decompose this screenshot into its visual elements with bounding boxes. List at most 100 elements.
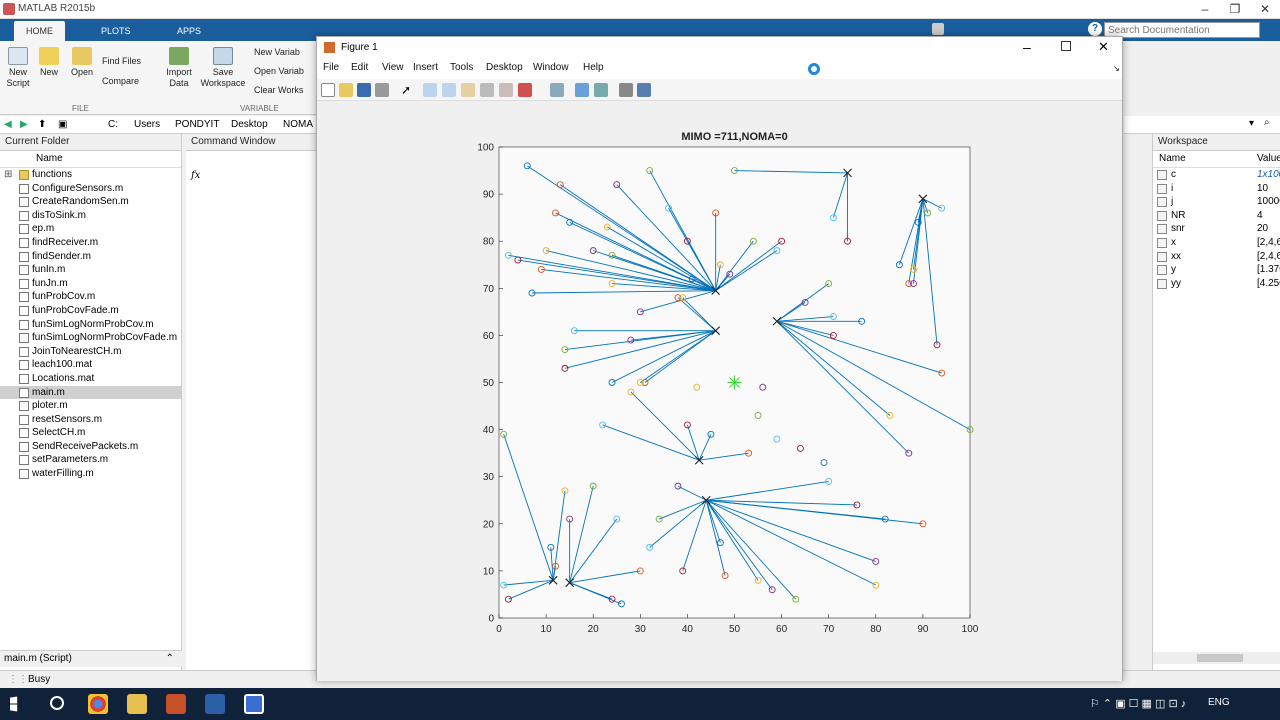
figure-taskbar-icon[interactable] bbox=[244, 694, 264, 714]
workspace-value-header[interactable]: Value bbox=[1257, 151, 1280, 167]
workspace-var-row[interactable]: xx [2,4,6 bbox=[1153, 250, 1280, 264]
open-file-icon[interactable] bbox=[339, 83, 353, 97]
forward-arrow-icon[interactable]: ▶ bbox=[20, 116, 28, 133]
file-row[interactable]: funProbCovFade.m bbox=[0, 304, 181, 318]
menu-view[interactable]: View bbox=[382, 62, 404, 73]
new-figure-icon[interactable] bbox=[321, 83, 335, 97]
workspace-name-header[interactable]: Name bbox=[1159, 151, 1186, 167]
tab-home[interactable]: HOME bbox=[14, 21, 65, 41]
dropdown-icon[interactable]: ▾ bbox=[1249, 118, 1254, 129]
show-plot-tools-icon[interactable] bbox=[637, 83, 651, 97]
expand-icon[interactable]: ⊞ bbox=[4, 168, 12, 181]
scrollbar-thumb[interactable] bbox=[1197, 654, 1243, 662]
restore-icon[interactable]: ❐ bbox=[1220, 0, 1250, 19]
new-button[interactable]: New bbox=[36, 47, 62, 78]
workspace-var-row[interactable]: snr 20 bbox=[1153, 222, 1280, 236]
up-folder-icon[interactable]: ⬆ bbox=[38, 116, 46, 133]
rotate-3d-icon[interactable] bbox=[480, 83, 494, 97]
workspace-var-row[interactable]: j 10000 bbox=[1153, 195, 1280, 209]
cortana-icon[interactable] bbox=[50, 696, 64, 710]
compare-button[interactable]: Compare bbox=[102, 76, 158, 87]
search-documentation-input[interactable] bbox=[1104, 22, 1260, 38]
tab-apps[interactable]: APPS bbox=[165, 21, 213, 41]
menu-help[interactable]: Help bbox=[583, 62, 604, 73]
brush-icon[interactable] bbox=[518, 83, 532, 97]
breadcrumb-users[interactable]: Users bbox=[134, 116, 160, 133]
search-folder-icon[interactable]: ⌕ bbox=[1264, 117, 1270, 128]
breadcrumb-drive[interactable]: C: bbox=[108, 116, 118, 133]
file-row[interactable]: ConfigureSensors.m bbox=[0, 182, 181, 196]
language-indicator[interactable]: ENG bbox=[1208, 697, 1230, 708]
system-tray-icons[interactable]: ⚐ ⌃ ▣ ☐ ▦ ◫ ⊡ ♪ bbox=[1090, 697, 1186, 710]
open-variable-button[interactable]: Open Variab bbox=[254, 66, 320, 77]
file-row[interactable]: funJn.m bbox=[0, 277, 181, 291]
zoom-out-icon[interactable] bbox=[442, 83, 456, 97]
workspace-var-row[interactable]: c 1x100 bbox=[1153, 168, 1280, 182]
minimize-icon[interactable]: – bbox=[1190, 0, 1220, 19]
print-figure-icon[interactable] bbox=[375, 83, 389, 97]
collapse-chevron-icon[interactable]: ⌃ bbox=[166, 651, 174, 667]
insert-colorbar-icon[interactable] bbox=[575, 83, 589, 97]
file-row[interactable]: setParameters.m bbox=[0, 453, 181, 467]
breadcrumb-desktop[interactable]: Desktop bbox=[231, 116, 268, 133]
pan-hand-icon[interactable] bbox=[461, 83, 475, 97]
file-row[interactable]: ep.m bbox=[0, 222, 181, 236]
new-script-button[interactable]: New Script bbox=[4, 47, 32, 89]
dock-arrow-icon[interactable]: ↘ bbox=[1113, 64, 1120, 73]
import-data-button[interactable]: Import Data bbox=[163, 47, 195, 89]
file-row[interactable]: funSimLogNormProbCov.m bbox=[0, 318, 181, 332]
folder-row[interactable]: ⊞ functions bbox=[0, 168, 181, 182]
windows-start-icon[interactable] bbox=[10, 696, 18, 712]
file-row[interactable]: SendReceivePackets.m bbox=[0, 440, 181, 454]
command-window-panel[interactable]: Command Window fx bbox=[186, 134, 320, 670]
zoom-in-icon[interactable] bbox=[423, 83, 437, 97]
link-plot-icon[interactable] bbox=[550, 83, 564, 97]
data-cursor-icon[interactable] bbox=[499, 83, 513, 97]
file-row[interactable]: CreateRandomSen.m bbox=[0, 195, 181, 209]
breadcrumb-noma[interactable]: NOMA bbox=[283, 116, 313, 133]
workspace-var-row[interactable]: i 10 bbox=[1153, 182, 1280, 196]
insert-legend-icon[interactable] bbox=[594, 83, 608, 97]
breadcrumb-user[interactable]: PONDYIT bbox=[175, 116, 219, 133]
new-variable-button[interactable]: New Variab bbox=[254, 47, 320, 58]
file-row[interactable]: main.m bbox=[0, 385, 181, 400]
file-row[interactable]: findReceiver.m bbox=[0, 236, 181, 250]
figure-maximize-icon[interactable] bbox=[1061, 41, 1071, 51]
open-button[interactable]: Open bbox=[68, 47, 96, 78]
file-row[interactable]: disToSink.m bbox=[0, 209, 181, 223]
menu-desktop[interactable]: Desktop bbox=[486, 62, 523, 73]
menu-window[interactable]: Window bbox=[533, 62, 569, 73]
plot-canvas[interactable]: MIMO =711,NOMA=0 0 10 20 30 40 50 60 70 80 90 100 … bbox=[317, 101, 1122, 681]
menu-edit[interactable]: Edit bbox=[351, 62, 368, 73]
hide-plot-tools-icon[interactable] bbox=[619, 83, 633, 97]
file-row[interactable]: Locations.mat bbox=[0, 372, 181, 386]
workspace-var-row[interactable]: y [1.370 bbox=[1153, 263, 1280, 277]
file-row[interactable]: JoinToNearestCH.m bbox=[0, 345, 181, 359]
back-arrow-icon[interactable]: ◀ bbox=[4, 116, 12, 133]
file-row[interactable]: findSender.m bbox=[0, 250, 181, 264]
file-row[interactable]: funSimLogNormProbCovFade.m bbox=[0, 331, 181, 345]
clear-workspace-button[interactable]: Clear Works bbox=[254, 85, 320, 96]
edit-plot-arrow-icon[interactable]: ➚ bbox=[401, 83, 415, 97]
details-pane[interactable]: main.m (Script) ⌃ bbox=[0, 650, 182, 667]
save-workspace-button[interactable]: Save Workspace bbox=[200, 47, 246, 89]
workspace-scrollbar[interactable] bbox=[1153, 652, 1280, 664]
quick-access-icon[interactable] bbox=[932, 23, 944, 35]
menu-file[interactable]: File bbox=[323, 62, 339, 73]
close-icon[interactable]: ✕ bbox=[1250, 0, 1280, 19]
menu-tools[interactable]: Tools bbox=[450, 62, 473, 73]
save-figure-icon[interactable] bbox=[357, 83, 371, 97]
figure-close-icon[interactable]: ✕ bbox=[1098, 39, 1109, 55]
current-folder-name-header[interactable]: Name bbox=[0, 151, 181, 168]
tab-plots[interactable]: PLOTS bbox=[89, 21, 143, 41]
file-row[interactable]: leach100.mat bbox=[0, 358, 181, 372]
file-explorer-icon[interactable] bbox=[127, 694, 147, 714]
file-row[interactable]: ploter.m bbox=[0, 399, 181, 413]
figure-minimize-icon[interactable]: – bbox=[1023, 39, 1031, 55]
matlab-taskbar-icon[interactable] bbox=[166, 694, 186, 714]
workspace-var-row[interactable]: yy [4.250 bbox=[1153, 277, 1280, 291]
file-row[interactable]: SelectCH.m bbox=[0, 426, 181, 440]
menu-insert[interactable]: Insert bbox=[413, 62, 438, 73]
browse-folder-icon[interactable]: ▣ bbox=[58, 116, 67, 133]
find-files-button[interactable]: Find Files bbox=[102, 56, 158, 67]
